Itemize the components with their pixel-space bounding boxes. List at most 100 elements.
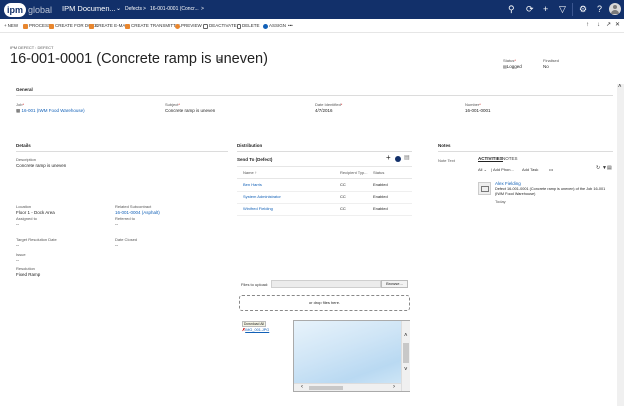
transmittal-icon <box>125 23 130 29</box>
search-icon[interactable]: ⚲ <box>508 3 515 15</box>
crumb-defects[interactable]: Defects <box>125 5 142 14</box>
description-value[interactable]: Concrete ramp is uneven <box>16 163 66 169</box>
details-heading: Details <box>16 143 31 148</box>
preview-icon <box>175 23 180 29</box>
create-transmittal-label: CREATE TRANSMITTAL <box>131 23 182 28</box>
add-recipient-icon[interactable]: + <box>386 153 391 163</box>
filter-icon[interactable]: ▽ <box>559 3 566 15</box>
subgrid-options-icon[interactable] <box>395 156 401 162</box>
recipient-name[interactable]: Ben Harris <box>243 182 262 188</box>
scroll-right-icon[interactable]: › <box>393 384 395 391</box>
date-closed-value[interactable]: -- <box>115 243 118 249</box>
company-logo[interactable]: ipm global <box>4 2 52 17</box>
download-all-button[interactable]: Download All <box>242 321 266 327</box>
assigned-to-label: Assigned to <box>16 216 37 221</box>
app-chevron-down-icon[interactable]: ⌄ <box>116 5 121 14</box>
job-value[interactable]: ▩ 16-001 (IWM Food Warehouse) <box>16 108 85 114</box>
recipient-type: CC <box>340 206 346 211</box>
page-scrollbar[interactable]: ˄ <box>617 84 624 406</box>
tab-notes[interactable]: NOTES <box>502 156 518 161</box>
location-label: Location <box>16 204 32 209</box>
refresh-icon[interactable]: ↻ <box>596 166 600 171</box>
referred-to-value[interactable]: -- <box>115 222 118 228</box>
list-icon[interactable]: ▤ <box>607 166 612 171</box>
recipient-name[interactable]: Winifred Fielding <box>243 206 273 212</box>
crumb-separator: > <box>143 6 146 12</box>
scroll-up-icon[interactable]: ˄ <box>404 333 408 339</box>
assigned-to-value[interactable]: -- <box>16 222 19 228</box>
subject-value[interactable]: Concrete ramp is uneven <box>165 108 215 114</box>
issue-value[interactable]: -- <box>16 258 19 264</box>
attachment-link[interactable]: IMG_001.JPG <box>245 328 269 332</box>
preview-horizontal-scrollbar[interactable]: ‹ › <box>294 383 401 391</box>
help-icon[interactable]: ? <box>597 3 602 15</box>
column-header-status[interactable]: Status <box>373 170 384 175</box>
status-value[interactable]: ▤Logged <box>503 64 522 70</box>
add-task-button[interactable]: Add Task <box>522 167 538 172</box>
date-identified-label: Date Identified* <box>315 102 343 107</box>
grid-view-icon[interactable]: ▤ <box>404 155 410 162</box>
more-commands-button[interactable]: ••• <box>288 23 293 29</box>
more-activities-button[interactable]: ••• <box>549 167 553 172</box>
resolution-value[interactable]: Fixed Ramp <box>16 272 40 278</box>
new-button[interactable]: + NEW <box>4 23 18 29</box>
arrow-up-icon[interactable]: ↑ <box>586 22 589 28</box>
recipient-name[interactable]: System Administrator <box>243 194 281 200</box>
add-phone-call-button[interactable]: | Add Phon... <box>491 167 514 172</box>
process-button[interactable]: PROCESS <box>23 23 51 29</box>
trash-icon <box>237 23 241 29</box>
target-resolution-label: Target Resolution Date <box>16 237 57 242</box>
scroll-left-icon[interactable]: ‹ <box>301 384 303 391</box>
arrow-down-icon[interactable]: ↓ <box>597 22 600 28</box>
recipient-status: Enabled <box>373 206 388 211</box>
row-divider <box>237 191 412 192</box>
date-identified-value[interactable]: 4/7/2016 <box>315 108 333 114</box>
note-text-label: Note Text <box>438 158 455 163</box>
column-header-name[interactable]: Name ↑ <box>243 170 257 175</box>
file-path-input[interactable] <box>271 280 381 288</box>
list-menu-icon[interactable]: ≡ <box>218 55 223 65</box>
expand-icon[interactable]: ↗ <box>606 22 611 28</box>
filter-all-dropdown[interactable]: All ⌄ <box>478 167 487 172</box>
preview-button[interactable]: PREVIEW <box>175 23 202 29</box>
create-transmittal-button[interactable]: CREATE TRANSMITTAL <box>125 23 181 29</box>
column-header-recipient-type[interactable]: Recipient Typ... <box>340 170 368 175</box>
recipient-status: Enabled <box>373 194 388 199</box>
deactivate-button[interactable]: DEACTIVATE <box>203 23 237 29</box>
avatar[interactable] <box>609 3 621 15</box>
finalised-label: Finalised <box>543 58 560 63</box>
assign-icon <box>263 23 268 29</box>
activity-type-icon <box>478 182 491 195</box>
tab-activities[interactable]: ACTIVITIES <box>478 156 503 162</box>
finalised-value[interactable]: No <box>543 64 549 70</box>
file-drop-zone[interactable]: or drop files here. <box>239 295 410 311</box>
assign-button[interactable]: ASSIGN <box>263 23 286 29</box>
recipient-status: Enabled <box>373 182 388 187</box>
notes-heading: Notes <box>438 143 451 148</box>
create-email-button[interactable]: CREATE E-MAIL <box>89 23 129 29</box>
image-preview[interactable]: ˄ ˅ ‹ › <box>293 320 410 392</box>
job-label: Job* <box>16 102 25 107</box>
scroll-down-icon[interactable]: ˅ <box>404 367 408 373</box>
attachment-item[interactable]: ✗IMG_001.JPG <box>242 328 269 333</box>
close-icon[interactable]: ✕ <box>615 22 620 28</box>
new-label: NEW <box>7 23 19 28</box>
target-resolution-value[interactable]: -- <box>16 243 19 249</box>
browse-button[interactable]: Browse... <box>381 280 408 288</box>
delete-button[interactable]: DELETE <box>237 23 260 29</box>
number-value[interactable]: 16-001-0001 <box>465 108 491 114</box>
scroll-thumb[interactable] <box>403 343 409 363</box>
app-name[interactable]: IPM Documen... <box>62 4 116 13</box>
gear-icon[interactable]: ⚙ <box>579 3 587 15</box>
scroll-thumb-horizontal[interactable] <box>309 386 343 390</box>
crumb-record[interactable]: 16-001-0001 (Concr... <box>150 5 199 14</box>
history-icon[interactable]: ⟳ <box>526 3 534 15</box>
document-icon <box>49 23 54 29</box>
email-icon <box>89 23 94 29</box>
delete-label: DELETE <box>242 23 260 28</box>
plus-icon[interactable]: + <box>543 3 548 15</box>
number-label: Number* <box>465 102 481 107</box>
details-divider <box>16 151 228 152</box>
preview-vertical-scrollbar[interactable]: ˄ ˅ <box>401 321 410 391</box>
scroll-up-icon[interactable]: ˄ <box>618 84 622 90</box>
